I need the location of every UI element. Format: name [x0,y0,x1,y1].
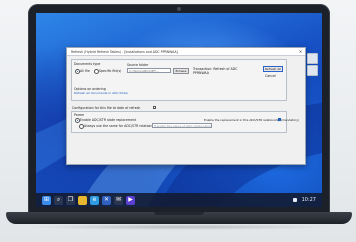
system-tray: 10:27 [292,197,316,203]
param-check-1-label: Enable ADC/STR state replacement [80,118,137,122]
wifi-icon[interactable] [292,198,297,202]
source-group: Documents type All file Specific file(s)… [71,59,287,101]
config-label: Configuration for this file at date of r… [72,106,141,110]
desktop-screen: Refresh (Hybrid Refresh Tables) - [Insta… [36,13,322,207]
transaction-note: Transaction: Refresh of ADC PPRNWAA [193,67,238,75]
radio-specific-file-label: Specific file(s) [99,69,122,73]
config-checkbox[interactable] [153,105,157,109]
right-option-checkbox[interactable] [278,117,282,121]
media-icon[interactable]: ▶ [126,195,135,205]
close-icon[interactable]: ✕ [296,48,305,55]
tray-time[interactable]: 10:27 [302,197,316,203]
laptop-base [6,212,352,224]
task-view-icon[interactable]: ❐ [66,195,75,205]
param-group: Param Enable ADC/STR state replacement A… [71,111,299,133]
edge-icon[interactable]: e [90,195,99,205]
lid-notch [154,212,204,215]
refresh-dialog: Refresh (Hybrid Refresh Tables) - [Insta… [66,47,306,165]
mail-icon[interactable]: ✉ [114,195,123,205]
param-group-label: Param [74,113,85,117]
radio-all-file-label: All file [80,69,90,73]
store-icon[interactable]: ✕ [102,195,111,205]
laptop-lid: Refresh (Hybrid Refresh Tables) - [Insta… [28,4,330,214]
cancel-link[interactable]: Cancel [265,74,276,78]
source-folder-input[interactable]: C:\Temp\ABC\DEF\... [127,68,171,73]
side-panel-button[interactable] [307,53,318,64]
dialog-title: Refresh (Hybrid Refresh Tables) - [Insta… [71,49,178,54]
source-group-label: Documents type [74,62,101,66]
browse-button[interactable]: Browse [173,67,189,74]
search-icon[interactable]: ⌕ [54,195,63,205]
right-option-label: Enable the replacement in this ADC/STR r… [204,118,300,122]
source-folder-label: Source folder [127,63,149,67]
webcam [177,7,181,11]
laptop-shadow [20,224,336,230]
folder-icon[interactable] [78,195,87,205]
dialog-titlebar[interactable]: Refresh (Hybrid Refresh Tables) - [Insta… [67,48,305,56]
windows-icon[interactable]: ⊞ [42,195,51,205]
side-panel-button-2[interactable] [307,65,318,76]
refresh-all-link[interactable]: Refresh all documents in ADC folder [74,91,128,95]
taskbar: ⊞ ⌕ ❐ e ✕ ✉ ▶ 10:27 [36,193,322,207]
param-check-2-label: Always use the same for ADC/STR relation… [84,124,160,128]
param-hint-field[interactable]: Transfer the value of ADC relationships [152,123,212,128]
refresh-all-button[interactable]: Refresh All [263,66,283,72]
taskbar-icons: ⊞ ⌕ ❐ e ✕ ✉ ▶ [42,195,135,205]
